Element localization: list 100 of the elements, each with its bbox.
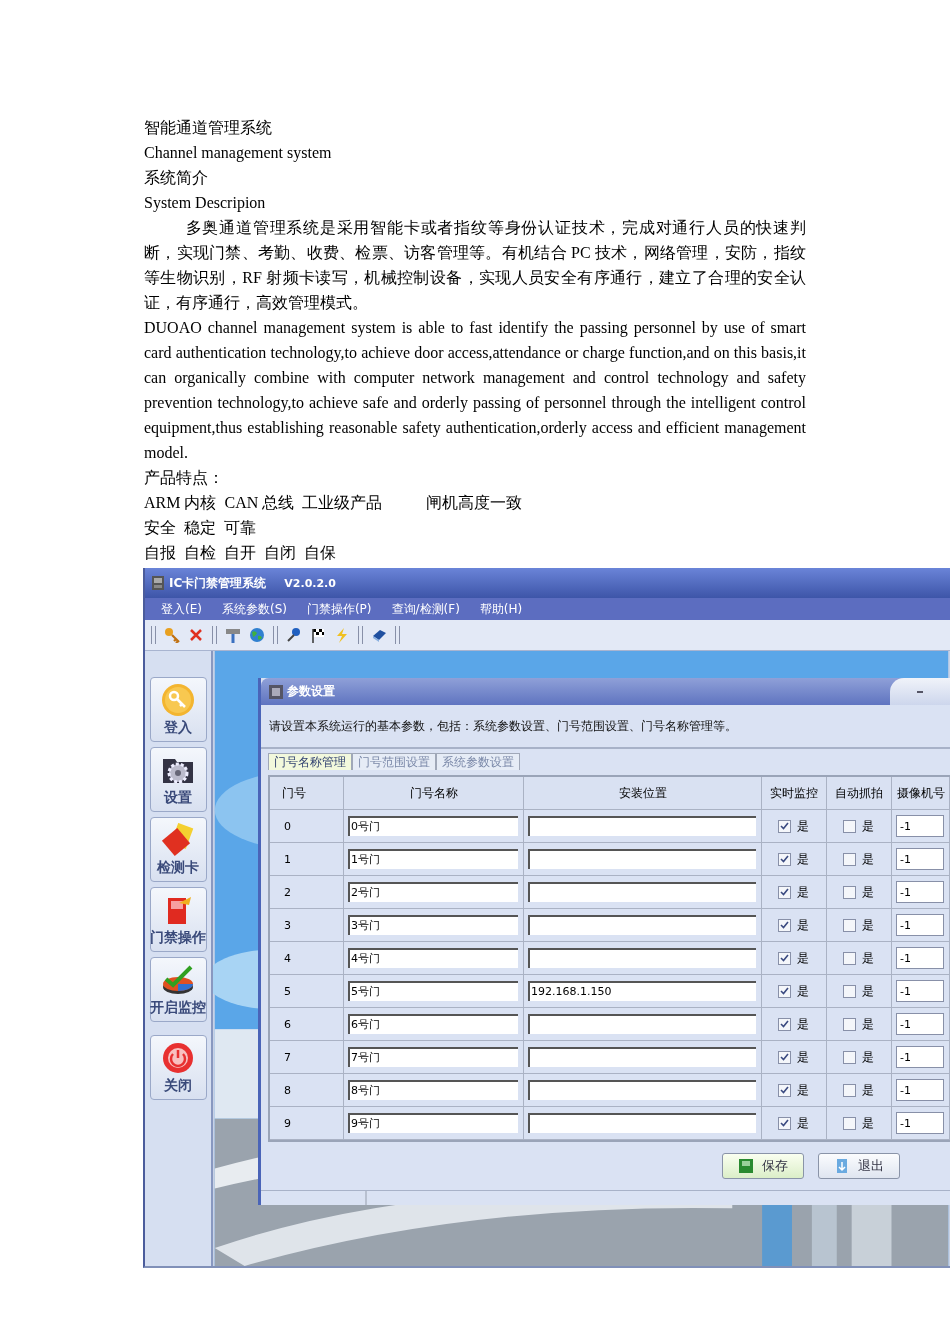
checkbox-label: 是 bbox=[862, 1048, 874, 1066]
checkbox[interactable] bbox=[843, 1116, 856, 1130]
section-heading: System Descripion bbox=[144, 193, 267, 214]
location-field[interactable] bbox=[528, 882, 756, 902]
hammer-icon[interactable] bbox=[225, 627, 241, 643]
feature-list: ARM 内核 CAN 总线 工业级产品 闸机高度一致 bbox=[144, 490, 806, 515]
checkbox[interactable] bbox=[778, 1116, 791, 1130]
column-header: 摄像机号 bbox=[892, 777, 950, 810]
checkbox-label: 是 bbox=[862, 817, 874, 835]
description-text: 请设置本系统运行的基本参数，包括：系统参数设置、门号范围设置、门号名称管理等。 bbox=[261, 705, 950, 749]
checkbox[interactable] bbox=[778, 951, 791, 965]
heading: 智能通道管理系统 bbox=[144, 118, 273, 138]
name-field[interactable]: 5号门 bbox=[348, 981, 518, 1001]
number-spinner[interactable]: -1 bbox=[896, 980, 944, 1002]
checkbox-label: 是 bbox=[862, 1081, 874, 1099]
menu-item[interactable]: 门禁操作(P) bbox=[306, 600, 372, 618]
menu-item[interactable]: 登入(E) bbox=[161, 600, 202, 618]
sidebar-button[interactable]: 登入 bbox=[149, 677, 207, 742]
app-icon bbox=[151, 575, 165, 591]
checkbox[interactable] bbox=[778, 1050, 791, 1064]
location-field[interactable] bbox=[528, 1047, 756, 1067]
name-field[interactable]: 6号门 bbox=[348, 1014, 518, 1034]
section-heading: 系统简介 bbox=[144, 168, 209, 188]
name-field[interactable]: 2号门 bbox=[348, 882, 518, 902]
sidebar-button[interactable]: 开启监控 bbox=[149, 957, 207, 1022]
checkbox[interactable] bbox=[843, 852, 856, 866]
checkbox[interactable] bbox=[778, 1083, 791, 1097]
location-field[interactable] bbox=[528, 1113, 756, 1133]
name-field[interactable]: 3号门 bbox=[348, 915, 518, 935]
name-field[interactable]: 1号门 bbox=[348, 849, 518, 869]
save-icon bbox=[738, 1158, 754, 1174]
menu-item[interactable]: 系统参数(S) bbox=[221, 600, 287, 618]
checkbox[interactable] bbox=[778, 984, 791, 998]
name-field[interactable]: 4号门 bbox=[348, 948, 518, 968]
number-spinner[interactable]: -1 bbox=[896, 1112, 944, 1134]
column-header: 门号名称 bbox=[344, 777, 524, 810]
checkbox-label: 是 bbox=[862, 1114, 874, 1132]
sidebar-button[interactable]: 关闭 bbox=[149, 1035, 207, 1100]
checkbox-label: 是 bbox=[797, 982, 809, 1000]
number-spinner[interactable]: -1 bbox=[896, 881, 944, 903]
name-field[interactable]: 7号门 bbox=[348, 1047, 518, 1067]
checkbox[interactable] bbox=[843, 885, 856, 899]
checkbox-label: 是 bbox=[862, 982, 874, 1000]
checkbox[interactable] bbox=[843, 1017, 856, 1031]
location-field[interactable] bbox=[528, 849, 756, 869]
location-field[interactable] bbox=[528, 948, 756, 968]
feature-list: 安全 稳定 可靠 bbox=[144, 515, 806, 540]
table-cell: 5 bbox=[270, 975, 344, 1008]
number-spinner[interactable]: -1 bbox=[896, 947, 944, 969]
table-cell: 8 bbox=[270, 1074, 344, 1107]
globe-icon[interactable] bbox=[249, 627, 265, 643]
tab[interactable]: 门号名称管理 bbox=[268, 753, 352, 770]
pin-icon[interactable] bbox=[286, 627, 302, 643]
name-field[interactable]: 9号门 bbox=[348, 1113, 518, 1133]
location-field[interactable] bbox=[528, 816, 756, 836]
checkbox[interactable] bbox=[843, 951, 856, 965]
sidebar-button[interactable]: 门禁操作 bbox=[149, 887, 207, 952]
checkbox[interactable] bbox=[778, 819, 791, 833]
sidebar-button[interactable]: 设置 bbox=[149, 747, 207, 812]
number-spinner[interactable]: -1 bbox=[896, 914, 944, 936]
flag-icon[interactable] bbox=[310, 627, 326, 643]
checkbox[interactable] bbox=[778, 852, 791, 866]
checkbox-label: 是 bbox=[862, 916, 874, 934]
checkbox-label: 是 bbox=[797, 1114, 809, 1132]
number-spinner[interactable]: -1 bbox=[896, 848, 944, 870]
checkbox[interactable] bbox=[778, 1017, 791, 1031]
key-icon[interactable] bbox=[164, 627, 180, 643]
number-spinner[interactable]: -1 bbox=[896, 1079, 944, 1101]
checkbox[interactable] bbox=[843, 1083, 856, 1097]
table-cell: 0 bbox=[270, 810, 344, 843]
table-cell: 6 bbox=[270, 1008, 344, 1041]
location-field[interactable] bbox=[528, 1014, 756, 1034]
checkbox-label: 是 bbox=[797, 817, 809, 835]
heading: Channel management system bbox=[144, 143, 333, 164]
save-button[interactable]: 保存 bbox=[722, 1153, 804, 1179]
location-field[interactable] bbox=[528, 1080, 756, 1100]
checkbox[interactable] bbox=[843, 918, 856, 932]
location-field[interactable] bbox=[528, 915, 756, 935]
menu-item[interactable]: 帮助(H) bbox=[479, 600, 523, 618]
name-field[interactable]: 0号门 bbox=[348, 816, 518, 836]
exit-button[interactable]: 退出 bbox=[818, 1153, 900, 1179]
number-spinner[interactable]: -1 bbox=[896, 1013, 944, 1035]
column-header: 安装位置 bbox=[524, 777, 762, 810]
location-field[interactable]: 192.168.1.150 bbox=[528, 981, 756, 1001]
dialog-title: 参数设置 bbox=[287, 683, 335, 700]
number-spinner[interactable]: -1 bbox=[896, 815, 944, 837]
number-spinner[interactable]: -1 bbox=[896, 1046, 944, 1068]
menu-item[interactable]: 查询/检测(F) bbox=[391, 600, 460, 618]
checkbox[interactable] bbox=[843, 819, 856, 833]
close-icon[interactable] bbox=[188, 627, 204, 643]
checkbox[interactable] bbox=[778, 885, 791, 899]
checkbox[interactable] bbox=[778, 918, 791, 932]
checkbox[interactable] bbox=[843, 1050, 856, 1064]
sidebar-button[interactable]: 检测卡 bbox=[149, 817, 207, 882]
checkbox[interactable] bbox=[843, 984, 856, 998]
minimize-button[interactable] bbox=[917, 690, 923, 693]
version-label: V2.0.2.0 bbox=[284, 576, 336, 590]
paragraph: DUOAO channel management system is able to fast identify the passing personnel by use of smart card authentication technology,to achieve door access,attendance or charge function,and on this basis,it can organically combine with computer network management and control technology and safety prevention technology,to achieve safe and orderly passing of personnel through the intelligent control equipment,thus establishing reasonable safety authentication,orderly access and efficient management model. bbox=[144, 318, 806, 463]
name-field[interactable]: 8号门 bbox=[348, 1080, 518, 1100]
book-icon[interactable] bbox=[371, 627, 387, 643]
